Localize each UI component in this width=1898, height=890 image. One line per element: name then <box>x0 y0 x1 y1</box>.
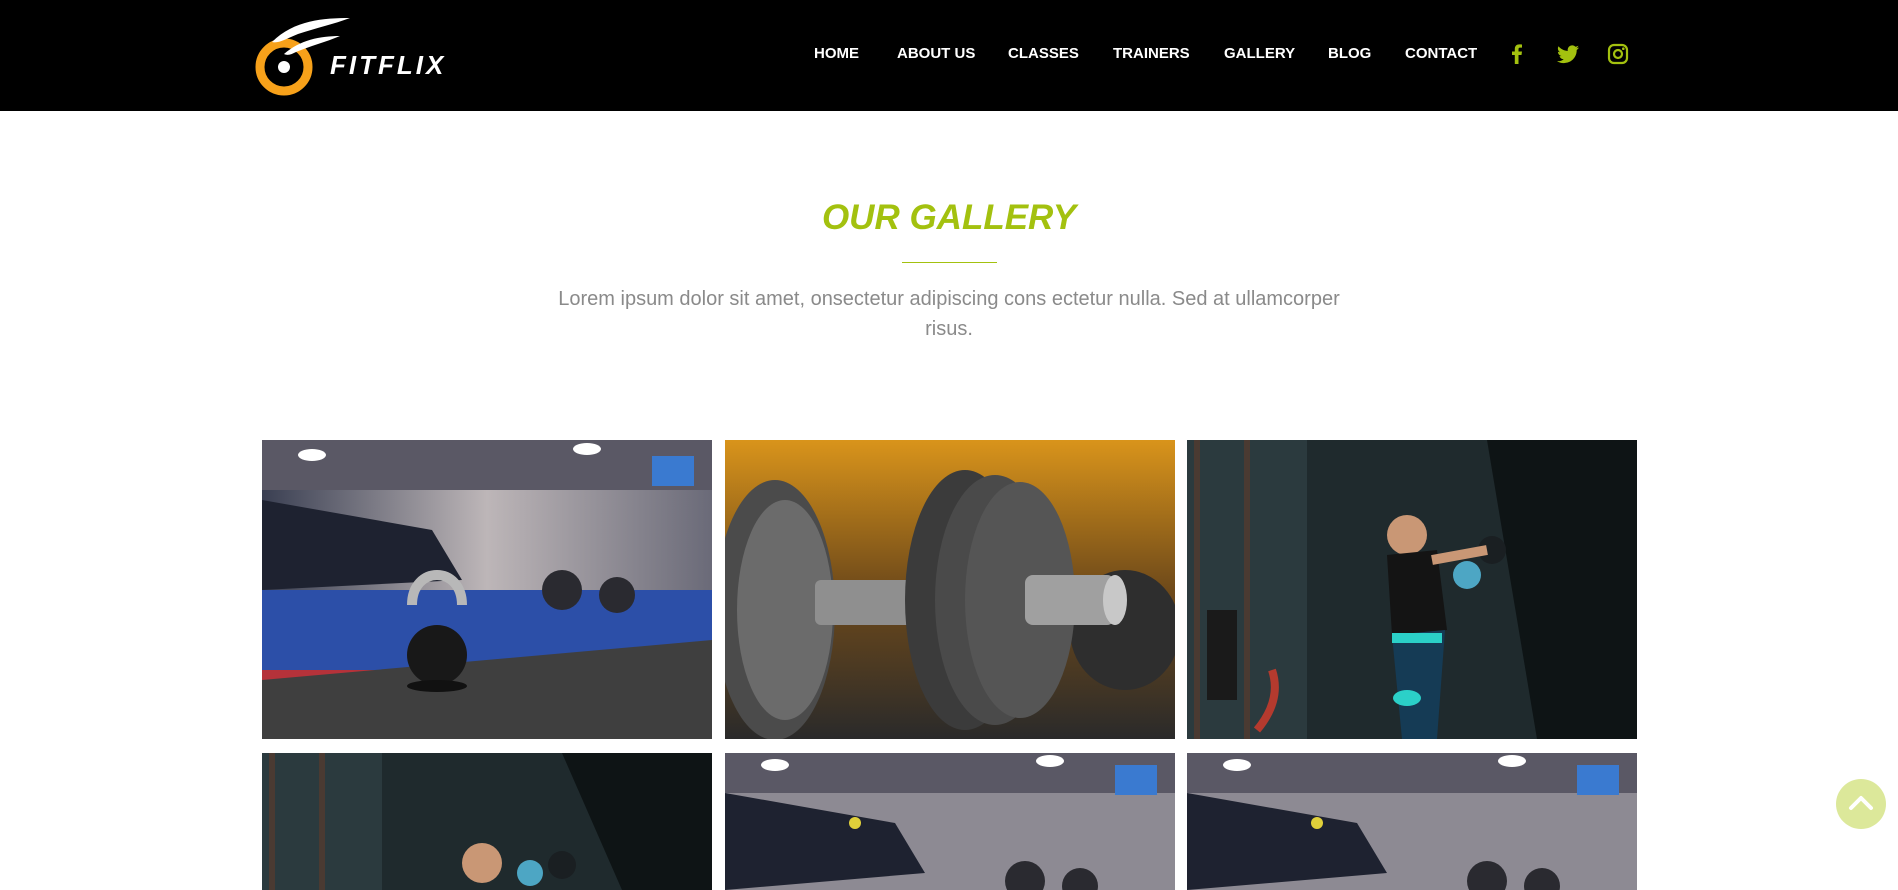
gallery-image-kettlebell[interactable] <box>262 440 712 739</box>
scroll-to-top-button[interactable] <box>1836 779 1886 829</box>
instagram-icon[interactable] <box>1606 42 1630 66</box>
nav-about-us[interactable]: ABOUT US <box>897 45 975 62</box>
brand-name: FITFLIX <box>330 50 447 80</box>
gallery-image-kettlebell[interactable] <box>725 753 1175 890</box>
nav-contact[interactable]: CONTACT <box>1405 45 1477 62</box>
title-divider <box>902 262 997 263</box>
gallery-image-kettlebell[interactable] <box>1187 753 1637 890</box>
gallery-image-dumbbell[interactable] <box>725 440 1175 739</box>
nav-blog[interactable]: BLOG <box>1328 45 1371 62</box>
twitter-icon[interactable] <box>1556 42 1580 66</box>
gallery-image-boxer[interactable] <box>1187 440 1637 739</box>
site-header: FITFLIX HOME ABOUT US CLASSES TRAINERS G… <box>0 0 1898 111</box>
gallery-image-boxer[interactable] <box>262 753 712 890</box>
nav-trainers[interactable]: TRAINERS <box>1113 45 1190 62</box>
gallery-description: Lorem ipsum dolor sit amet, onsectetur a… <box>558 288 1340 340</box>
nav-classes[interactable]: CLASSES <box>1008 45 1079 62</box>
gallery-title: OUR GALLERY <box>821 198 1077 237</box>
nav-home[interactable]: HOME <box>814 45 859 62</box>
nav-gallery[interactable]: GALLERY <box>1224 45 1295 62</box>
facebook-icon[interactable] <box>1505 42 1529 66</box>
chevron-up-icon <box>1849 796 1873 810</box>
